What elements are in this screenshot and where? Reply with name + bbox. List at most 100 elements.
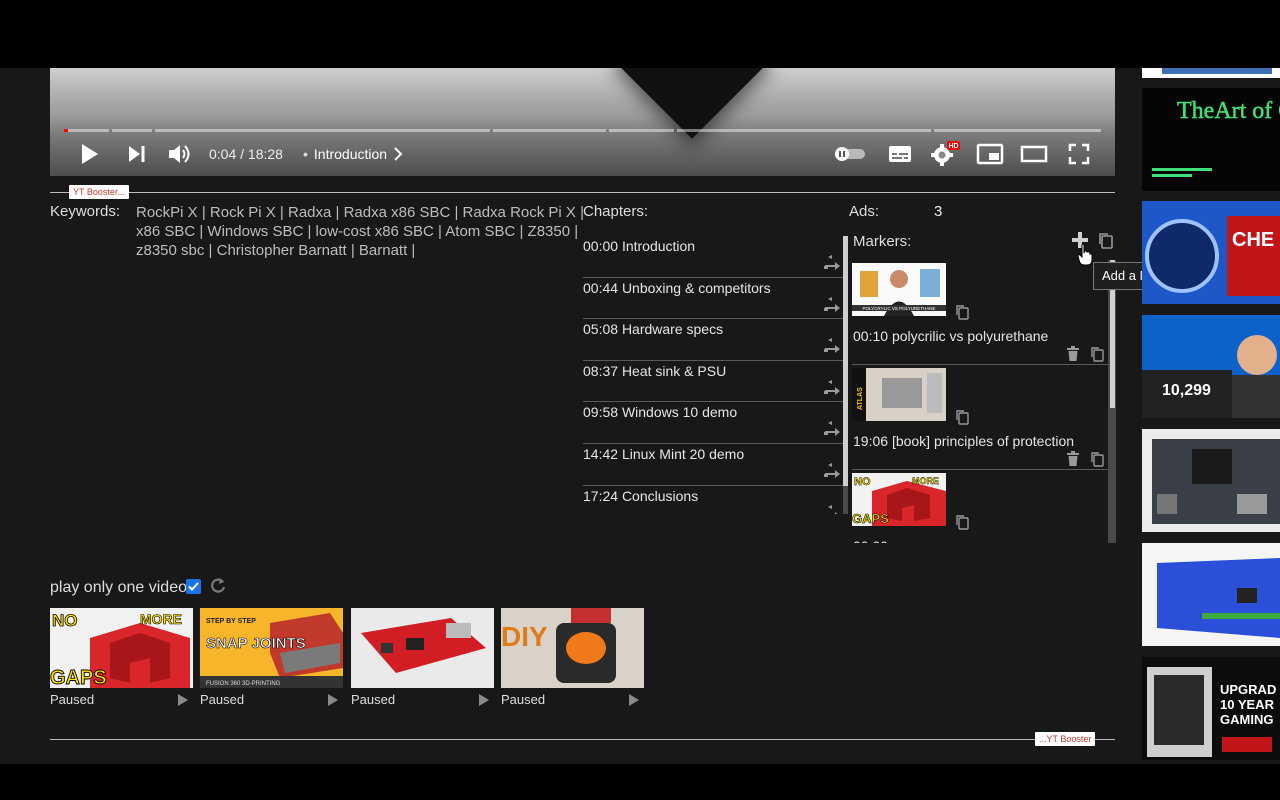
gear-icon: HD: [931, 141, 960, 166]
queue-play-icon[interactable]: [177, 693, 189, 707]
chapter-item[interactable]: 09:58 Windows 10 demo: [583, 402, 843, 444]
jump-to-chapter-icon[interactable]: [823, 420, 841, 437]
marker-thumbnail[interactable]: ATLAS: [852, 368, 946, 421]
chapter-segment[interactable]: [933, 129, 1102, 132]
chapter-time: 17:24: [583, 487, 619, 504]
marker-thumbnail[interactable]: POLYCRYLIC VS POLYURETHANE: [852, 263, 946, 316]
queue-thumbnail[interactable]: [351, 608, 494, 688]
queue-play-icon[interactable]: [478, 693, 490, 707]
jump-to-chapter-icon[interactable]: [823, 379, 841, 395]
autoplay-toggle[interactable]: [833, 140, 867, 168]
trash-icon[interactable]: [1066, 451, 1080, 467]
motherboard-thumbnail-art: [1142, 429, 1280, 532]
chapter-segment[interactable]: [493, 129, 607, 132]
page: 0:04 / 18:28 • Introduction HD YT Booste: [0, 0, 1280, 800]
chapter-button[interactable]: • Introduction: [303, 146, 403, 162]
video-player[interactable]: 0:04 / 18:28 • Introduction HD: [50, 68, 1115, 176]
copy-icon[interactable]: [955, 409, 969, 425]
jump-to-chapter-icon[interactable]: [823, 462, 841, 478]
next-button[interactable]: [124, 140, 150, 168]
chapters-scroll-thumb[interactable]: [843, 236, 848, 486]
markers-scrollbar[interactable]: [1108, 260, 1116, 543]
chapter-time: 00:00: [583, 238, 619, 254]
markers-list: POLYCRYLIC VS POLYURETHANE 00:10 polycril…: [852, 260, 1108, 543]
copy-markers-button[interactable]: [1098, 232, 1114, 250]
queue-thumbnail[interactable]: NO MORE GAPS: [50, 608, 193, 688]
yt-booster-tag-bottom[interactable]: ...YT Booster: [1035, 732, 1096, 746]
copy-icon[interactable]: [1090, 346, 1104, 362]
svg-text:MORE: MORE: [140, 611, 182, 627]
sidebar-video-thumbnail[interactable]: [1142, 543, 1280, 646]
snap-joints-thumbnail-art: STEP BY STEP SNAP JOINTS FUSION 360 3D-P…: [200, 608, 343, 688]
svg-text:GAPS: GAPS: [852, 511, 889, 526]
chapter-time: 05:08: [583, 321, 619, 338]
chapter-segment[interactable]: [609, 129, 674, 132]
mute-button[interactable]: [165, 140, 195, 168]
jump-to-chapter-icon[interactable]: [823, 254, 841, 270]
chapters-list: 00:00 Introduction 00:44 Unboxing & compe…: [583, 236, 843, 514]
subtitles-button[interactable]: [886, 140, 914, 168]
copy-icon[interactable]: [1090, 451, 1104, 467]
marker-text[interactable]: 00:00: [853, 538, 888, 543]
svg-text:NO: NO: [52, 611, 78, 630]
chapter-text: 05:08 Hardware specs: [583, 321, 723, 337]
chapter-item[interactable]: 00:00 Introduction: [583, 236, 843, 278]
chapter-item[interactable]: 08:37 Heat sink & PSU: [583, 361, 843, 403]
marker-thumbnail[interactable]: NO MORE GAPS: [852, 473, 946, 526]
jump-to-chapter-icon[interactable]: [823, 296, 841, 312]
sidebar-video-thumbnail[interactable]: [1142, 429, 1280, 532]
sidebar-video-thumbnail[interactable]: UPGRAD 10 YEAR GAMING: [1142, 657, 1280, 760]
queue-thumbnail[interactable]: DIY: [501, 608, 644, 688]
queue-play-icon[interactable]: [327, 693, 339, 707]
copy-icon[interactable]: [955, 514, 969, 530]
queue-status: Paused: [501, 692, 546, 707]
marker-title: [book] principles of protection: [891, 433, 1075, 449]
chapter-text: 09:58 Windows 10 demo: [583, 404, 737, 420]
marker-text[interactable]: 19:06 [book] principles of protection: [853, 433, 1074, 449]
sidebar-video-thumbnail[interactable]: TheArt of Code: [1142, 88, 1280, 191]
chapter-item[interactable]: 00:44 Unboxing & competitors: [583, 278, 843, 320]
chapter-segment[interactable]: [64, 129, 110, 132]
jump-to-chapter-icon[interactable]: [823, 504, 841, 514]
marker-text[interactable]: 00:10 polycrilic vs polyurethane: [853, 328, 1048, 344]
chapter-segment[interactable]: [112, 129, 153, 132]
play-button[interactable]: [76, 140, 102, 168]
jump-to-chapter-icon[interactable]: [823, 337, 841, 354]
queue-play-icon[interactable]: [628, 693, 640, 707]
queue-thumbnail[interactable]: STEP BY STEP SNAP JOINTS FUSION 360 3D-P…: [200, 608, 343, 688]
sidebar-video-thumbnail[interactable]: 10,299: [1142, 315, 1280, 418]
svg-text:MORE: MORE: [912, 476, 939, 486]
miniplayer-button[interactable]: [974, 140, 1006, 168]
fullscreen-button[interactable]: [1064, 140, 1094, 168]
refresh-icon[interactable]: [208, 576, 228, 596]
chapters-scrollbar[interactable]: [843, 236, 848, 514]
chapter-segment[interactable]: [155, 129, 491, 132]
svg-text:10,299: 10,299: [1162, 382, 1211, 399]
chapter-text: 14:42 Linux Mint 20 demo: [583, 446, 744, 462]
chapter-item[interactable]: 17:24 Conclusions: [583, 486, 843, 514]
yt-booster-tag-top[interactable]: YT Booster...: [69, 185, 129, 199]
chapter-item[interactable]: 05:08 Hardware specs: [583, 319, 843, 361]
blue-board-thumbnail-art: [1142, 543, 1280, 646]
chapter-segment[interactable]: [676, 129, 931, 132]
theater-mode-button[interactable]: [1018, 140, 1050, 168]
chapter-item[interactable]: 14:42 Linux Mint 20 demo: [583, 444, 843, 486]
svg-text:HD: HD: [948, 143, 958, 150]
play-one-video-checkbox[interactable]: [186, 579, 201, 594]
chapter-time: 14:42: [583, 445, 619, 462]
play-one-video-label: play only one video: [50, 579, 187, 596]
chapter-title: Hardware specs: [621, 321, 724, 338]
chapters-label: Chapters:: [583, 203, 649, 220]
subtitles-icon: [889, 146, 911, 162]
trash-icon[interactable]: [1066, 346, 1080, 362]
theater-mode-icon: [1020, 145, 1048, 163]
copy-icon[interactable]: [955, 304, 969, 320]
volume-icon: [169, 145, 190, 163]
progress-bar[interactable]: [64, 129, 1102, 132]
chapter-title: Linux Mint 20 demo: [621, 445, 745, 462]
settings-button[interactable]: HD: [929, 140, 961, 168]
sidebar-video-thumbnail[interactable]: CHE ONLY PER: [1142, 201, 1280, 304]
red-board-thumbnail-art: [351, 608, 494, 688]
sidebar-video-thumbnail[interactable]: [1142, 68, 1280, 78]
chapter-time: 09:58: [583, 404, 619, 421]
